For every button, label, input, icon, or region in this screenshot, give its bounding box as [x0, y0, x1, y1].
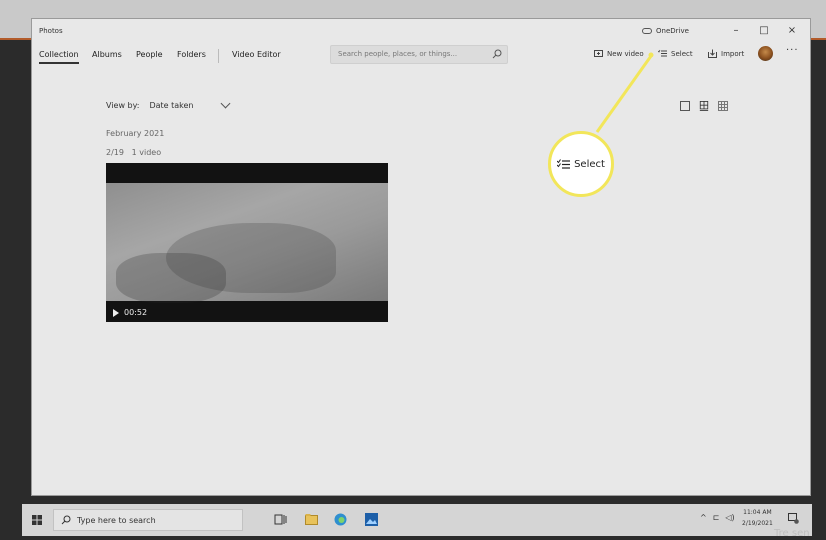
tab-people[interactable]: People — [136, 50, 163, 59]
nav-divider — [218, 49, 219, 63]
more-options-button[interactable]: ··· — [786, 45, 799, 56]
tab-collection[interactable]: Collection — [39, 50, 79, 64]
import-label: Import — [721, 49, 745, 58]
app-title: Photos — [39, 27, 63, 35]
select-list-icon — [658, 49, 667, 57]
clock-date: 2/19/2021 — [742, 520, 773, 527]
clock-time: 11:04 AM — [743, 509, 772, 516]
volume-icon[interactable]: ◁) — [725, 513, 734, 522]
item-count: 1 video — [131, 148, 162, 157]
taskbar-search[interactable]: Type here to search — [53, 509, 243, 531]
photos-window: Photos OneDrive – □ × Collection Albums … — [31, 18, 811, 496]
video-duration: 00:52 — [113, 308, 147, 317]
select-button[interactable]: Select — [658, 49, 693, 58]
search-box[interactable]: Search people, places, or things... — [330, 45, 508, 64]
system-tray[interactable]: ^ ⊏ ◁) — [700, 513, 735, 522]
windows-start-icon[interactable] — [32, 515, 42, 525]
day-group-header: 2/19 1 video — [106, 148, 161, 157]
tab-folders[interactable]: Folders — [177, 50, 206, 59]
import-button[interactable]: Import — [708, 49, 744, 58]
select-label: Select — [671, 49, 693, 58]
new-video-icon — [594, 50, 603, 57]
chevron-up-icon[interactable]: ^ — [700, 513, 707, 522]
notification-icon[interactable] — [788, 513, 799, 524]
month-heading: February 2021 — [106, 129, 165, 138]
day-label: 2/19 — [106, 148, 124, 157]
network-icon[interactable]: ⊏ — [713, 513, 720, 522]
close-button[interactable]: × — [782, 23, 802, 39]
tab-albums[interactable]: Albums — [92, 50, 122, 59]
maximize-button[interactable]: □ — [754, 23, 774, 39]
small-view-icon[interactable] — [718, 101, 728, 111]
callout-label: Select — [574, 158, 605, 170]
large-view-icon[interactable] — [680, 101, 690, 111]
tab-video-editor[interactable]: Video Editor — [232, 50, 281, 59]
taskbar: Type here to search ^ ⊏ ◁) 11:04 AM 2/19… — [22, 504, 812, 536]
onedrive-label: OneDrive — [656, 27, 689, 35]
edge-browser-icon[interactable] — [334, 513, 347, 526]
select-callout: Select — [548, 131, 614, 197]
avatar[interactable] — [758, 46, 773, 61]
select-list-icon — [557, 158, 571, 169]
onedrive-button[interactable]: OneDrive — [642, 27, 689, 35]
taskbar-clock[interactable]: 11:04 AM 2/19/2021 — [742, 507, 773, 529]
new-video-button[interactable]: New video — [594, 49, 644, 58]
file-explorer-icon[interactable] — [305, 513, 318, 526]
minimize-button[interactable]: – — [726, 23, 746, 39]
view-by-control[interactable]: View by: Date taken — [106, 98, 230, 110]
background-page-text: Tre sen — [774, 528, 810, 539]
title-bar: Photos OneDrive – □ × — [32, 19, 810, 45]
chevron-down-icon[interactable] — [220, 98, 230, 109]
task-view-icon[interactable] — [274, 513, 287, 526]
play-icon — [113, 308, 119, 317]
view-by-label: View by: — [106, 101, 140, 110]
search-icon[interactable] — [492, 49, 502, 59]
search-icon — [61, 515, 71, 525]
duration-label: 00:52 — [124, 308, 148, 317]
photos-app-icon[interactable] — [365, 513, 378, 526]
video-thumbnail[interactable]: 00:52 — [106, 163, 388, 322]
medium-view-icon[interactable] — [699, 101, 709, 111]
cloud-icon — [642, 28, 652, 34]
taskbar-search-input[interactable]: Type here to search — [77, 516, 156, 525]
new-video-label: New video — [607, 49, 644, 58]
search-input[interactable]: Search people, places, or things... — [338, 50, 457, 58]
video-preview-image — [106, 183, 388, 303]
import-icon — [708, 49, 717, 58]
nav-bar: Collection Albums People Folders Video E… — [32, 45, 810, 69]
view-by-value[interactable]: Date taken — [149, 101, 193, 110]
